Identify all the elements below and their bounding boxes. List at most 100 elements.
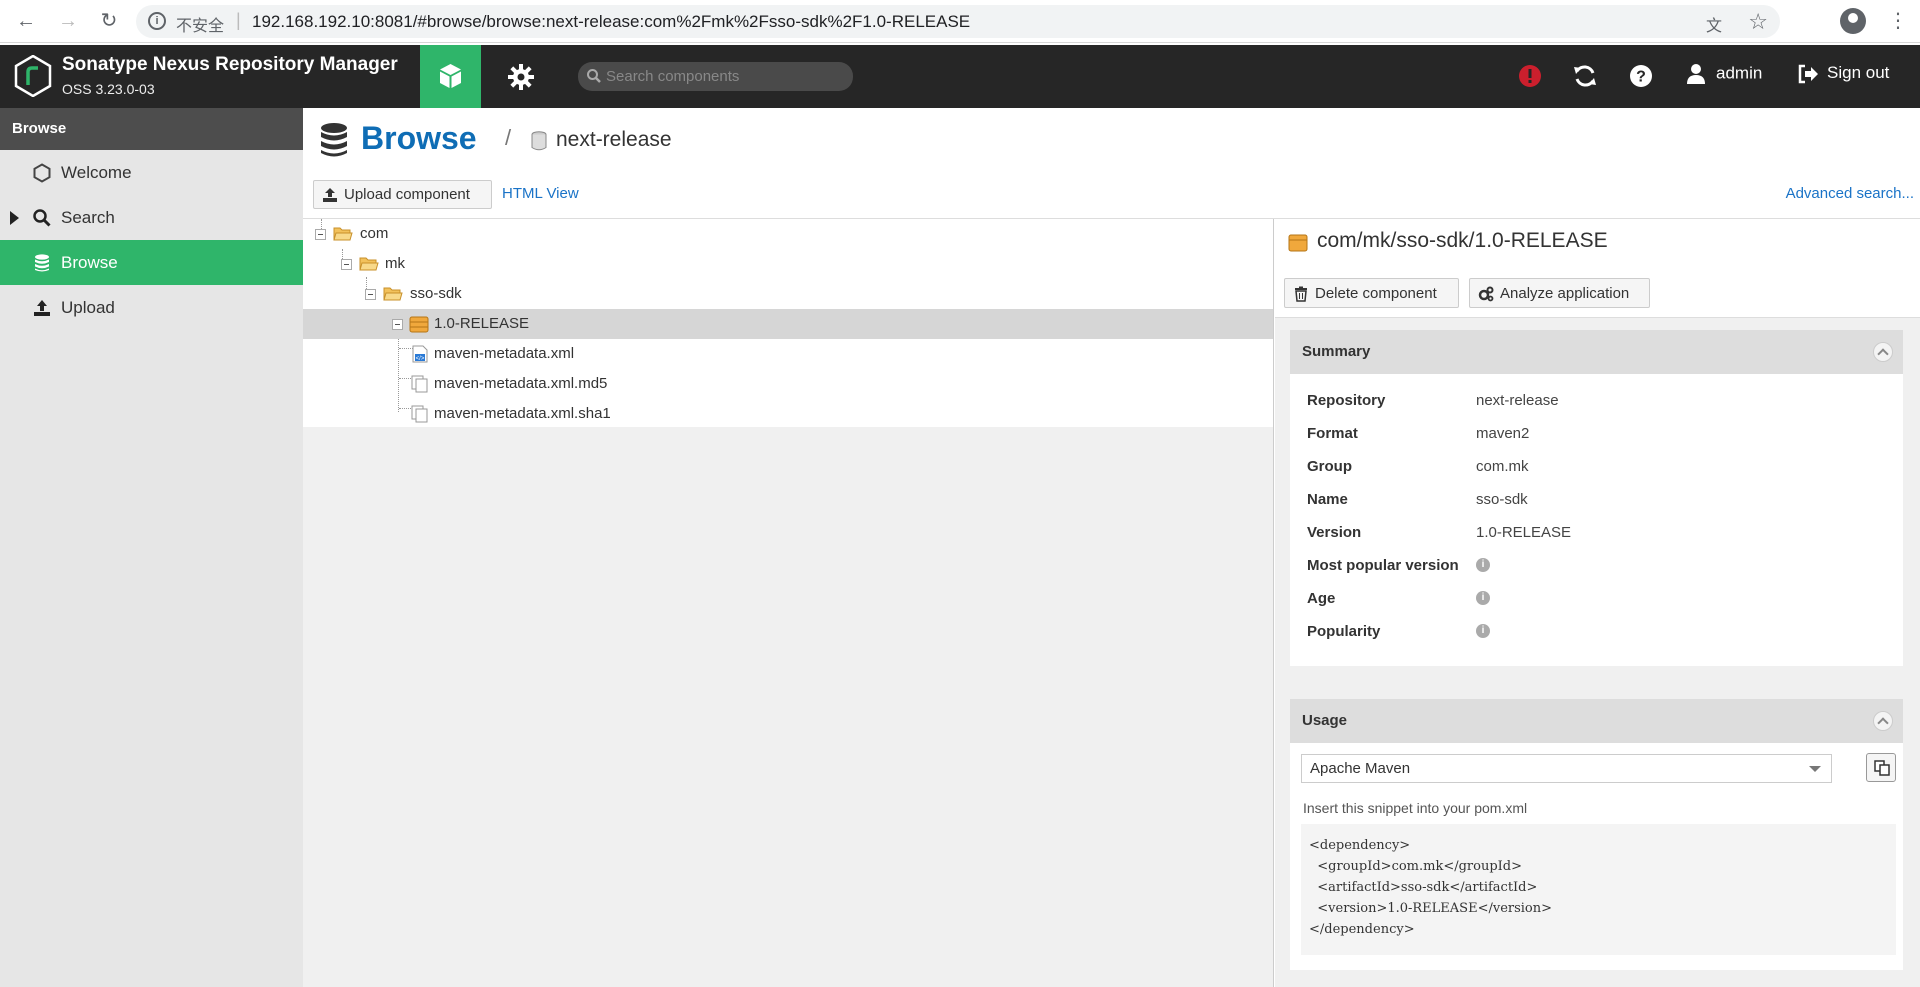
component-search[interactable] <box>578 62 853 91</box>
upload-component-button[interactable]: Upload component <box>313 180 492 209</box>
summary-heading[interactable]: Summary <box>1290 330 1903 374</box>
collapse-icon[interactable] <box>1873 342 1893 362</box>
app-title: Sonatype Nexus Repository Manager <box>62 54 398 75</box>
tree-node-maven-metadata-md5[interactable]: maven-metadata.xml.md5 <box>303 369 1273 399</box>
delete-component-button[interactable]: Delete component <box>1284 278 1459 308</box>
sidebar-item-welcome[interactable]: Welcome <box>0 150 303 195</box>
tree-node-maven-metadata-sha1[interactable]: maven-metadata.xml.sha1 <box>303 399 1273 429</box>
search-input[interactable] <box>606 67 846 86</box>
reload-icon[interactable]: ↻ <box>97 9 121 33</box>
html-view-link[interactable]: HTML View <box>502 185 579 202</box>
tree-node-label: maven-metadata.xml.sha1 <box>434 405 611 422</box>
help-icon[interactable]: ? <box>1627 62 1655 90</box>
copy-snippet-button[interactable] <box>1866 753 1896 782</box>
field-key: Most popular version <box>1307 557 1459 574</box>
forward-icon[interactable]: → <box>56 9 80 33</box>
app-header: Sonatype Nexus Repository Manager OSS 3.… <box>0 45 1920 108</box>
translate-icon[interactable]: 文 <box>1706 12 1722 36</box>
tree-node-label: sso-sdk <box>410 285 462 302</box>
field-key: Name <box>1307 491 1348 508</box>
sidebar: Browse Welcome Search Browse Upload <box>0 108 303 987</box>
sign-out-label: Sign out <box>1827 63 1890 82</box>
component-tree: com mk sso-sdk 1.0-RELEASE </> maven-met… <box>303 219 1274 987</box>
trash-icon <box>1295 286 1307 302</box>
info-icon[interactable]: i <box>1476 591 1490 605</box>
address-separator: | <box>236 10 241 30</box>
copy-icon <box>1874 760 1890 776</box>
collapse-toggle-icon[interactable] <box>392 319 403 330</box>
tree-node-maven-metadata-xml[interactable]: </> maven-metadata.xml <box>303 339 1273 369</box>
tree-node-com[interactable]: com <box>303 219 1273 249</box>
analyze-application-button[interactable]: Analyze application <box>1469 278 1650 308</box>
refresh-icon[interactable] <box>1571 62 1599 90</box>
user-icon <box>1687 64 1705 84</box>
tree-node-mk[interactable]: mk <box>303 249 1273 279</box>
dependency-snippet[interactable]: <dependency> <groupId>com.mk</groupId> <… <box>1301 824 1896 955</box>
analyze-application-label: Analyze application <box>1500 285 1630 302</box>
gears-icon <box>1478 286 1494 302</box>
summary-row: Version 1.0-RELEASE <box>1290 516 1903 549</box>
usage-heading[interactable]: Usage <box>1290 699 1903 743</box>
open-folder-icon <box>359 257 379 271</box>
field-value: next-release <box>1476 392 1559 409</box>
url-text[interactable]: 192.168.192.10:8081/#browse/browse:next-… <box>252 12 970 32</box>
detail-header: com/mk/sso-sdk/1.0-RELEASE Delete compon… <box>1275 219 1920 318</box>
summary-heading-label: Summary <box>1302 343 1371 360</box>
bookmark-star-icon[interactable]: ☆ <box>1748 9 1768 35</box>
back-icon[interactable]: ← <box>14 9 38 33</box>
breadcrumb-repository: next-release <box>556 128 672 151</box>
component-detail: com/mk/sso-sdk/1.0-RELEASE Delete compon… <box>1275 219 1920 987</box>
field-value: sso-sdk <box>1476 491 1528 508</box>
collapse-icon[interactable] <box>1873 711 1893 731</box>
component-title: com/mk/sso-sdk/1.0-RELEASE <box>1317 229 1608 252</box>
format-select[interactable]: Apache Maven <box>1301 754 1832 783</box>
insecure-label: 不安全 <box>176 18 225 35</box>
sidebar-item-search[interactable]: Search <box>0 195 303 240</box>
field-value: 1.0-RELEASE <box>1476 524 1572 541</box>
open-folder-icon <box>333 227 353 241</box>
profile-icon[interactable] <box>1840 8 1866 34</box>
snippet-instructions: Insert this snippet into your pom.xml <box>1303 800 1528 816</box>
admin-gear-icon[interactable] <box>505 61 537 93</box>
info-icon[interactable]: i <box>1476 624 1490 638</box>
sign-out-button[interactable]: Sign out <box>1797 63 1889 84</box>
sidebar-item-label: Upload <box>61 298 115 317</box>
cube-icon <box>440 64 461 88</box>
user-name: admin <box>1716 63 1763 83</box>
summary-row: Name sso-sdk <box>1290 483 1903 516</box>
chevron-down-icon[interactable] <box>1809 766 1821 772</box>
user-menu[interactable]: admin <box>1686 63 1762 85</box>
sidebar-item-browse[interactable]: Browse <box>0 240 303 285</box>
sidebar-item-upload[interactable]: Upload <box>0 285 303 330</box>
database-icon <box>321 123 347 157</box>
database-icon <box>35 254 49 272</box>
collapse-toggle-icon[interactable] <box>341 259 352 270</box>
address-bar[interactable]: i 不安全 | 192.168.192.10:8081/#browse/brow… <box>136 5 1780 38</box>
tree-node-version[interactable]: 1.0-RELEASE <box>303 309 1273 339</box>
expand-triangle-icon[interactable] <box>10 211 19 225</box>
upload-icon <box>34 300 50 316</box>
tree-node-label: maven-metadata.xml <box>434 345 575 362</box>
collapse-toggle-icon[interactable] <box>365 289 376 300</box>
sidebar-heading: Browse <box>0 108 303 150</box>
field-value: maven2 <box>1476 425 1530 442</box>
summary-row: Format maven2 <box>1290 417 1903 450</box>
svg-text:?: ? <box>1636 69 1646 86</box>
tree-node-sso-sdk[interactable]: sso-sdk <box>303 279 1273 309</box>
tree-node-label: 1.0-RELEASE <box>434 315 530 332</box>
browse-mode-button[interactable] <box>420 45 481 108</box>
advanced-search-link[interactable]: Advanced search... <box>1786 185 1914 202</box>
page-title[interactable]: Browse <box>361 120 477 157</box>
sign-out-icon <box>1798 64 1818 83</box>
info-icon[interactable]: i <box>148 12 166 30</box>
alert-icon[interactable] <box>1516 62 1544 90</box>
field-key: Format <box>1307 425 1358 442</box>
collapse-toggle-icon[interactable] <box>315 229 326 240</box>
field-key: Age <box>1307 590 1336 607</box>
browser-toolbar: ← → ↻ i 不安全 | 192.168.192.10:8081/#brows… <box>0 0 1920 43</box>
search-icon <box>587 69 601 83</box>
tree-node-label: com <box>360 225 389 242</box>
field-key: Group <box>1307 458 1352 475</box>
menu-dots-icon[interactable]: ⋮ <box>1888 8 1908 34</box>
info-icon[interactable]: i <box>1476 558 1490 572</box>
